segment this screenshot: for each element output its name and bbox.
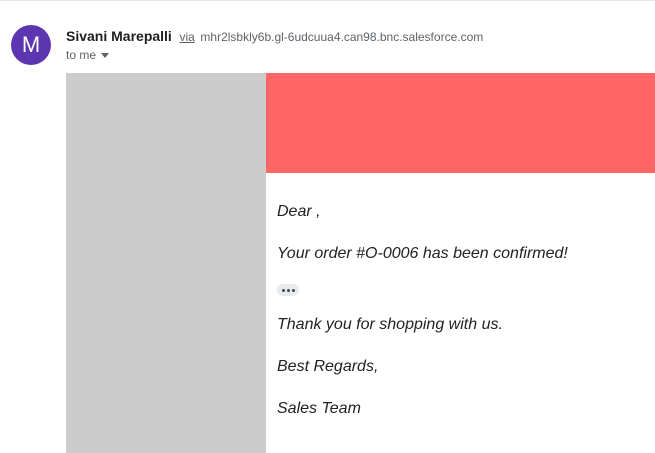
- sender-name[interactable]: Sivani Marepalli: [66, 28, 172, 44]
- closing-text: Best Regards,: [277, 358, 379, 375]
- header-divider: [0, 0, 655, 1]
- email-body: Dear , Your order #O-0006 has been confi…: [66, 73, 655, 453]
- avatar[interactable]: M: [11, 25, 51, 65]
- show-trimmed-content-button[interactable]: [277, 284, 299, 296]
- chevron-down-icon[interactable]: [101, 52, 110, 58]
- recipient-label: to me: [66, 48, 97, 62]
- sender-info: Sivani Marepalli via mhr2lsbkly6b.gl-6ud…: [66, 28, 483, 44]
- via-link[interactable]: via: [179, 30, 194, 44]
- greeting-text: Dear ,: [277, 203, 321, 220]
- via-domain: mhr2lsbkly6b.gl-6udcuua4.can98.bnc.sales…: [200, 30, 484, 44]
- dots-icon: [281, 288, 295, 292]
- recipient-details-toggle[interactable]: to me: [66, 48, 110, 62]
- order-confirmation-text: Your order #O-0006 has been confirmed!: [277, 245, 568, 262]
- header-banner: [266, 73, 655, 173]
- signature-text: Sales Team: [277, 400, 361, 417]
- thanks-text: Thank you for shopping with us.: [277, 316, 503, 333]
- side-panel: [66, 73, 266, 453]
